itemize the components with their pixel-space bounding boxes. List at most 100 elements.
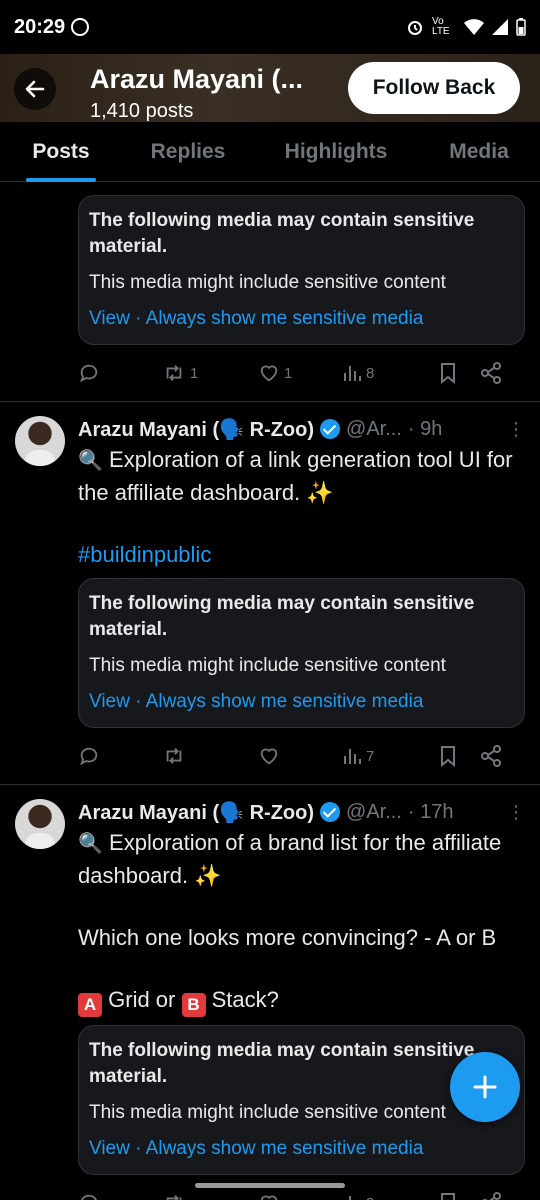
reply-button[interactable] — [78, 362, 162, 384]
views-button[interactable]: 8 — [342, 363, 438, 383]
tab-posts[interactable]: Posts — [0, 122, 122, 182]
like-button[interactable] — [258, 1192, 342, 1200]
share-icon — [481, 362, 501, 384]
profile-header: Arazu Mayani (... 1,410 posts Follow Bac… — [0, 54, 540, 122]
sensitive-desc: This media might include sensitive conte… — [89, 272, 446, 293]
post-line: Exploration of a brand list for the affi… — [78, 830, 502, 888]
verified-icon — [320, 419, 341, 439]
more-icon[interactable]: ⋮ — [507, 802, 525, 823]
sensitive-media-notice: The following media may contain sensitiv… — [78, 195, 525, 345]
option-b-text: Stack? — [211, 987, 279, 1012]
reply-button[interactable] — [78, 745, 162, 767]
battery-icon — [516, 18, 526, 36]
views-icon — [344, 366, 361, 381]
retweet-button[interactable] — [162, 1192, 258, 1200]
like-button[interactable]: 1 — [258, 362, 342, 384]
sensitive-view-link[interactable]: View · Always show me sensitive media — [89, 689, 514, 715]
alarm-icon — [408, 21, 422, 35]
reply-icon — [81, 1194, 97, 1200]
option-a-badge: A — [78, 993, 102, 1017]
tab-media[interactable]: Media — [418, 122, 540, 182]
reply-button[interactable] — [78, 1192, 162, 1200]
share-button[interactable] — [480, 1192, 510, 1200]
share-button[interactable] — [480, 745, 510, 767]
tab-replies[interactable]: Replies — [122, 122, 254, 182]
views-icon — [344, 749, 361, 764]
option-a-text: Grid or — [108, 987, 176, 1012]
like-icon — [260, 365, 278, 382]
avatar[interactable] — [15, 799, 65, 849]
hashtag-link[interactable]: #buildinpublic — [78, 542, 211, 567]
views-button[interactable]: 3 — [342, 1193, 438, 1200]
post-time: · 9h — [407, 417, 443, 440]
like-button[interactable] — [258, 745, 342, 767]
avatar[interactable] — [15, 416, 65, 466]
bookmark-icon — [441, 363, 455, 384]
author-handle[interactable]: @Ar... — [346, 418, 402, 441]
post-count: 1,410 posts — [90, 100, 194, 122]
post-text: 🔍 Exploration of a link generation tool … — [78, 444, 525, 570]
views-count: 8 — [366, 364, 375, 382]
whatsapp-icon — [71, 18, 90, 36]
bookmark-icon — [441, 746, 455, 767]
back-arrow-icon — [25, 80, 45, 98]
views-count: 3 — [366, 1195, 374, 1200]
sensitive-view-link[interactable]: View · Always show me sensitive media — [89, 1136, 514, 1162]
wifi-icon — [464, 19, 484, 35]
status-bar: 20:29 Vo LTE — [0, 0, 540, 54]
post-line: Which one looks more convincing? - A or … — [78, 925, 497, 950]
sensitive-desc: This media might include sensitive conte… — [89, 655, 446, 676]
retweet-icon — [166, 748, 182, 764]
profile-tabs: Posts Replies Highlights Media — [0, 122, 540, 182]
like-count: 1 — [284, 364, 293, 382]
post-time: · 17h — [407, 800, 454, 823]
option-b-badge: B — [181, 993, 206, 1017]
sensitive-view-link[interactable]: View · Always show me sensitive media — [89, 306, 514, 332]
tab-highlights[interactable]: Highlights — [254, 122, 418, 182]
bookmark-button[interactable] — [438, 745, 480, 767]
status-icons: Vo LTE — [406, 17, 526, 37]
bookmark-button[interactable] — [438, 362, 480, 384]
views-icon — [349, 1196, 351, 1200]
sensitive-desc: This media might include sensitive conte… — [89, 1102, 446, 1123]
author-name[interactable]: Arazu Mayani (🗣️ R-Zoo) — [78, 417, 314, 442]
post-line: Exploration of a link generation tool UI… — [78, 447, 513, 505]
views-count: 7 — [366, 747, 375, 765]
more-icon[interactable]: ⋮ — [507, 419, 525, 440]
sensitive-media-notice: The following media may contain sensitiv… — [78, 578, 525, 728]
sensitive-title: The following media may contain sensitiv… — [89, 593, 475, 640]
reply-icon — [79, 364, 98, 383]
bookmark-button[interactable] — [438, 1192, 480, 1200]
post-header: Arazu Mayani (🗣️ R-Zoo) @Ar... · 9h ⋮ — [78, 414, 525, 444]
timeline: The following media may contain sensitiv… — [0, 183, 540, 1200]
share-icon — [482, 1192, 501, 1200]
gesture-bar[interactable] — [195, 1183, 345, 1188]
post-actions: 7 — [78, 728, 525, 784]
profile-name: Arazu Mayani (... — [90, 64, 304, 94]
author-handle[interactable]: @Ar... — [346, 801, 402, 824]
share-icon — [481, 745, 501, 767]
reply-icon — [79, 747, 98, 766]
post[interactable]: Arazu Mayani (🗣️ R-Zoo) @Ar... · 9h ⋮ 🔍 … — [0, 402, 540, 785]
share-button[interactable] — [480, 362, 510, 384]
retweet-icon — [166, 1195, 182, 1200]
post-text: 🔍 Exploration of a brand list for the af… — [78, 827, 525, 1017]
verified-icon — [320, 802, 341, 822]
views-button[interactable]: 7 — [342, 746, 438, 766]
author-name[interactable]: Arazu Mayani (🗣️ R-Zoo) — [78, 800, 314, 825]
status-time: 20:29 — [14, 15, 66, 38]
retweet-button[interactable]: 1 — [162, 362, 258, 384]
follow-back-button[interactable]: Follow Back — [348, 62, 520, 114]
retweet-button[interactable] — [162, 745, 258, 767]
compose-button[interactable] — [450, 1052, 520, 1122]
post-header: Arazu Mayani (🗣️ R-Zoo) @Ar... · 17h ⋮ — [78, 797, 525, 827]
post[interactable]: The following media may contain sensitiv… — [0, 183, 540, 402]
magnifier-icon: 🔍 — [78, 833, 103, 855]
like-icon — [260, 748, 278, 765]
bookmark-icon — [441, 1193, 455, 1200]
post[interactable]: Arazu Mayani (🗣️ R-Zoo) @Ar... · 17h ⋮ 🔍… — [0, 785, 540, 1200]
magnifier-icon: 🔍 — [78, 450, 103, 472]
back-button[interactable] — [14, 68, 56, 110]
plus-icon — [473, 1075, 497, 1099]
retweet-count: 1 — [190, 364, 199, 382]
